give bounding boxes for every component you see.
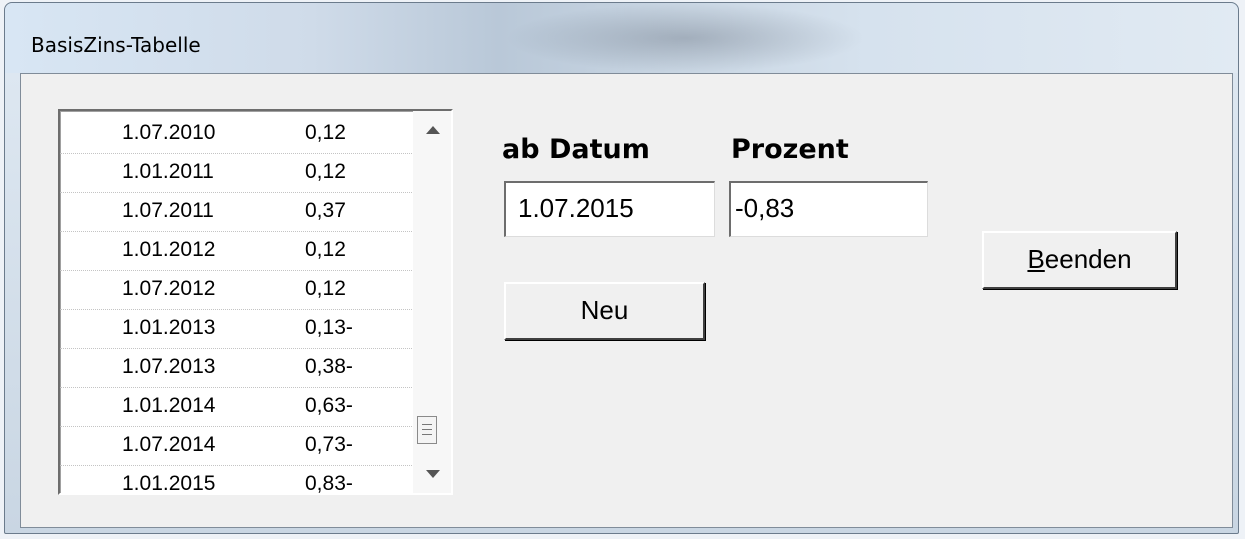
list-item-percent: 0,37 bbox=[305, 199, 346, 222]
list-item-percent: 0,12 bbox=[305, 238, 346, 261]
new-button-label: Neu bbox=[580, 295, 629, 325]
scroll-down-arrow-icon[interactable] bbox=[426, 470, 440, 478]
list-item-date: 1.01.2011 bbox=[122, 160, 214, 183]
list-item-percent: 0,63- bbox=[305, 394, 353, 417]
title-bar[interactable]: BasisZins-Tabelle bbox=[5, 3, 1238, 73]
list-item[interactable]: 1.01.2015 0,83- bbox=[60, 466, 412, 504]
list-item[interactable]: 1.07.2014 0,73- bbox=[60, 427, 412, 466]
rates-listbox[interactable]: 1.07.2010 0,12 1.01.2011 0,12 1.07.2011 0,37 1… bbox=[58, 109, 453, 495]
rates-list-rows: 1.07.2010 0,12 1.01.2011 0,12 1.07.2011 0,37 1… bbox=[60, 115, 412, 504]
scroll-thumb[interactable] bbox=[417, 416, 437, 444]
list-item-date: 1.07.2013 bbox=[122, 355, 216, 378]
list-item-percent: 0,12 bbox=[305, 160, 346, 183]
scroll-up-arrow-icon[interactable] bbox=[426, 126, 440, 134]
list-item[interactable]: 1.07.2012 0,12 bbox=[60, 271, 412, 310]
list-item[interactable]: 1.07.2013 0,38- bbox=[60, 349, 412, 388]
list-item-date: 1.07.2012 bbox=[122, 277, 216, 300]
exit-button[interactable]: Beenden bbox=[982, 231, 1177, 289]
list-item[interactable]: 1.07.2011 0,37 bbox=[60, 193, 412, 232]
list-item-percent: 0,83- bbox=[305, 472, 353, 495]
client-area: 1.07.2010 0,12 1.01.2011 0,12 1.07.2011 0,37 1… bbox=[20, 73, 1233, 528]
list-item-date: 1.07.2010 bbox=[122, 121, 216, 144]
list-item-date: 1.01.2015 bbox=[122, 472, 216, 495]
list-item[interactable]: 1.01.2011 0,12 bbox=[60, 154, 412, 193]
list-item[interactable]: 1.07.2010 0,12 bbox=[60, 115, 412, 154]
list-item-percent: 0,13- bbox=[305, 316, 353, 339]
list-item-date: 1.01.2012 bbox=[122, 238, 216, 261]
list-item-percent: 0,38- bbox=[305, 355, 353, 378]
exit-button-label: eenden bbox=[1044, 244, 1132, 274]
list-item-date: 1.01.2014 bbox=[122, 394, 216, 417]
list-item-date: 1.07.2011 bbox=[122, 199, 214, 222]
window-frame: BasisZins-Tabelle 1.07.2010 0,12 1.01.2011… bbox=[4, 2, 1239, 534]
list-item-percent: 0,73- bbox=[305, 433, 353, 456]
list-item-percent: 0,12 bbox=[305, 277, 346, 300]
date-field[interactable]: 1.07.2015 bbox=[504, 181, 715, 237]
vertical-scrollbar[interactable] bbox=[413, 111, 451, 493]
date-label: ab Datum bbox=[502, 134, 650, 165]
list-item[interactable]: 1.01.2014 0,63- bbox=[60, 388, 412, 427]
window-title: BasisZins-Tabelle bbox=[31, 33, 201, 57]
new-button[interactable]: Neu bbox=[504, 282, 705, 340]
exit-button-mnemonic: B bbox=[1027, 244, 1045, 274]
list-item-percent: 0,12 bbox=[305, 121, 346, 144]
percent-label: Prozent bbox=[731, 134, 849, 165]
list-item[interactable]: 1.01.2013 0,13- bbox=[60, 310, 412, 349]
list-item[interactable]: 1.01.2012 0,12 bbox=[60, 232, 412, 271]
list-item-date: 1.07.2014 bbox=[122, 433, 216, 456]
percent-field[interactable]: -0,83 bbox=[729, 181, 928, 237]
list-item-date: 1.01.2013 bbox=[122, 316, 216, 339]
